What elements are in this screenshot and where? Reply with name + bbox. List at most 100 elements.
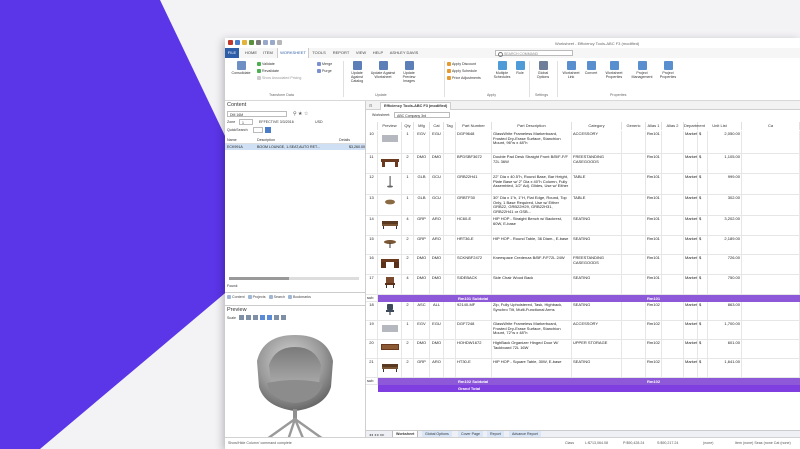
convert-button[interactable]: Convert xyxy=(583,61,599,75)
category-cell[interactable]: SEATING xyxy=(572,216,622,236)
menu-view[interactable]: VIEW xyxy=(354,48,368,58)
cat-price-cell[interactable] xyxy=(742,236,800,255)
view-top-icon[interactable] xyxy=(253,315,258,320)
category-cell[interactable]: TABLE xyxy=(572,174,622,195)
mfg-cell[interactable]: EGV xyxy=(414,321,430,340)
tag-cell[interactable] xyxy=(444,195,456,216)
category-cell[interactable]: ACCESSORY xyxy=(572,321,622,340)
preview-thumbnail[interactable] xyxy=(378,275,402,295)
zone-select[interactable]: 1 xyxy=(239,119,253,125)
part-number-cell[interactable]: HT30-E xyxy=(456,359,492,378)
show-associated-pricing-button[interactable]: Show Associated Pricing xyxy=(257,76,301,80)
department-cell[interactable]: Marketing xyxy=(684,359,698,378)
unit-list-cell[interactable]: 1,105.00 xyxy=(707,154,742,174)
part-number-cell[interactable]: BPDSBF3672 xyxy=(456,154,492,174)
view-side-icon[interactable] xyxy=(246,315,251,320)
view-front-icon[interactable] xyxy=(239,315,244,320)
cat-cell[interactable]: DMO xyxy=(430,340,444,359)
mfg-cell[interactable]: GRP xyxy=(414,216,430,236)
qty-cell[interactable]: 1 xyxy=(402,195,414,216)
department-cell[interactable]: Marketing xyxy=(684,131,698,154)
preview-thumbnail[interactable] xyxy=(378,321,402,340)
department-cell[interactable]: Marketing xyxy=(684,340,698,359)
cat-cell[interactable]: ARO xyxy=(430,216,444,236)
mfg-cell[interactable]: DMO xyxy=(414,340,430,359)
department-cell[interactable]: Marketing xyxy=(684,154,698,174)
tag-cell[interactable] xyxy=(444,174,456,195)
mfg-cell[interactable]: DMO xyxy=(414,275,430,295)
category-cell[interactable]: SEATING xyxy=(572,275,622,295)
department-cell[interactable]: Marketing xyxy=(684,321,698,340)
department-cell[interactable]: Marketing xyxy=(684,174,698,195)
column-header[interactable]: Qty xyxy=(402,122,414,130)
consolidate-button[interactable]: Consolidate xyxy=(228,61,254,75)
part-description-cell[interactable]: HIP HOP - Straight Bench w/ Backrest, 60… xyxy=(492,216,572,236)
mfg-cell[interactable]: DMO xyxy=(414,154,430,174)
menu-worksheet[interactable]: WORKSHEET xyxy=(277,48,309,58)
pin-icon[interactable]: ⊟ xyxy=(369,103,372,108)
part-number-cell[interactable]: HOHDW1672 xyxy=(456,340,492,359)
alias2-cell[interactable] xyxy=(662,302,684,321)
qty-cell[interactable]: 4 xyxy=(402,275,414,295)
unit-list-cell[interactable]: 601.00 xyxy=(707,340,742,359)
part-description-cell[interactable]: GlassWrite Frameless Markerboard, Froste… xyxy=(492,131,572,154)
preview-thumbnail[interactable] xyxy=(378,216,402,236)
cat-cell[interactable]: EGU xyxy=(430,131,444,154)
menu-tools[interactable]: TOOLS xyxy=(310,48,328,58)
qty-cell[interactable]: 2 xyxy=(402,154,414,174)
cat-cell[interactable]: EGU xyxy=(430,321,444,340)
worksheet-link-button[interactable]: Worksheet Link xyxy=(560,61,582,79)
open-icon[interactable] xyxy=(242,40,247,45)
cat-cell[interactable]: ARO xyxy=(430,236,444,255)
mfg-cell[interactable]: EGV xyxy=(414,131,430,154)
undo-icon[interactable] xyxy=(263,40,268,45)
category-cell[interactable]: SEATING xyxy=(572,302,622,321)
generic-cell[interactable] xyxy=(622,255,646,275)
column-header[interactable]: Part Number xyxy=(456,122,492,130)
alias1-cell[interactable]: Rm102 xyxy=(646,302,662,321)
update-preview-images-button[interactable]: Update Preview Images xyxy=(397,61,421,83)
tab-search[interactable]: Search xyxy=(268,293,285,300)
generic-cell[interactable] xyxy=(622,275,646,295)
apply-schedule-button[interactable]: Apply Schedule xyxy=(447,69,477,73)
cat-cell[interactable]: DMO xyxy=(430,255,444,275)
worksheet-select[interactable]: ABC Company 3rd xyxy=(394,112,450,118)
alias1-cell[interactable]: Rm101 xyxy=(646,236,662,255)
alias1-cell[interactable]: Rm101 xyxy=(646,131,662,154)
tab-content[interactable]: Content xyxy=(227,293,245,300)
generic-cell[interactable] xyxy=(622,174,646,195)
part-description-cell[interactable]: HIP HOP - Round Table, 36 Diam., E-base xyxy=(492,236,572,255)
column-header[interactable]: Generic xyxy=(622,122,646,130)
part-number-cell[interactable]: GRB22H41 xyxy=(456,174,492,195)
alias1-cell[interactable]: Rm102 xyxy=(646,340,662,359)
category-cell[interactable]: FREESTANDING CASEGOODS xyxy=(572,154,622,174)
part-description-cell[interactable]: HighBack Organizer Hinged Door W/ Tackbo… xyxy=(492,340,572,359)
tag-cell[interactable] xyxy=(444,255,456,275)
revalidate-button[interactable]: Revalidate xyxy=(257,69,279,73)
column-header[interactable]: Preview xyxy=(378,122,402,130)
preview-thumbnail[interactable] xyxy=(378,359,402,378)
part-number-cell[interactable]: SCKNBF2472 xyxy=(456,255,492,275)
cat-price-cell[interactable] xyxy=(742,302,800,321)
preview-thumbnail[interactable] xyxy=(378,255,402,275)
grand-total-row[interactable]: Grand Total xyxy=(378,385,800,392)
cat-price-cell[interactable] xyxy=(742,275,800,295)
view-3d-icon[interactable] xyxy=(260,315,265,320)
menu-user[interactable]: ASHLEY DAVIS xyxy=(388,48,420,58)
tag-cell[interactable] xyxy=(444,359,456,378)
mfg-cell[interactable]: GRP xyxy=(414,359,430,378)
generic-cell[interactable] xyxy=(622,236,646,255)
column-name[interactable]: Name xyxy=(225,137,257,143)
unit-list-cell[interactable]: 999.00 xyxy=(707,174,742,195)
search-command-input[interactable]: SEARCH COMMAND xyxy=(495,50,573,57)
cat-price-cell[interactable] xyxy=(742,321,800,340)
alias1-cell[interactable]: Rm101 xyxy=(646,154,662,174)
qty-cell[interactable]: 2 xyxy=(402,302,414,321)
qty-cell[interactable]: 1 xyxy=(402,174,414,195)
purge-button[interactable]: Purge xyxy=(317,69,332,73)
tag-cell[interactable] xyxy=(444,216,456,236)
alias2-cell[interactable] xyxy=(662,131,684,154)
part-number-cell[interactable]: DGF9648 xyxy=(456,131,492,154)
tag-cell[interactable] xyxy=(444,275,456,295)
column-header[interactable]: Unit List xyxy=(698,122,742,130)
